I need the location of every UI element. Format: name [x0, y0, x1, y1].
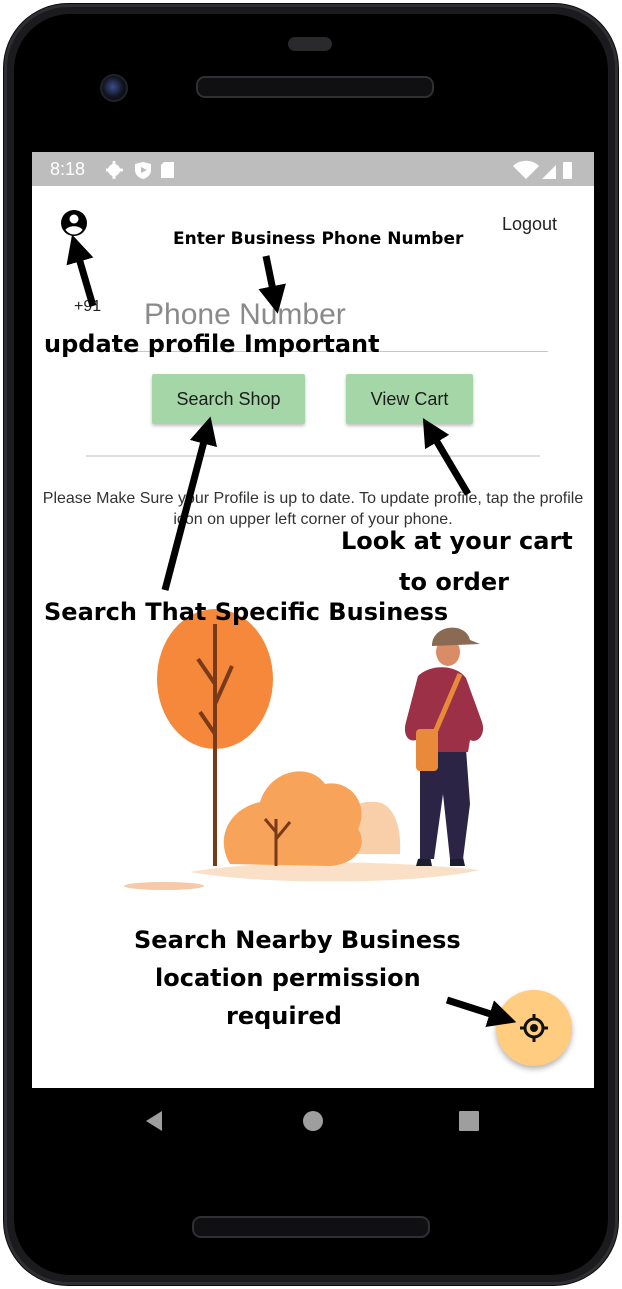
annotation-nearby-line3: required	[226, 1002, 342, 1030]
annotation-update-profile: update profile Important	[44, 330, 380, 358]
bottom-speaker	[192, 1216, 430, 1238]
annotation-enter-phone: Enter Business Phone Number	[173, 229, 464, 249]
arrow-to-profile-icon	[66, 234, 97, 307]
home-icon[interactable]	[300, 1108, 326, 1134]
arrow-to-phone-input	[258, 255, 286, 314]
android-nav-bar	[32, 1088, 594, 1154]
arrow-to-view-cart	[422, 417, 472, 496]
arrow-to-location-fab	[445, 996, 517, 1028]
annotation-look-cart-line1: Look at your cart	[341, 527, 573, 555]
arrow-to-search-button	[161, 416, 217, 591]
back-icon[interactable]	[142, 1108, 168, 1134]
annotation-search-business: Search That Specific Business	[44, 598, 449, 626]
recents-icon[interactable]	[456, 1108, 482, 1134]
annotation-nearby-line2: location permission	[155, 964, 421, 992]
annotation-look-cart-line2: to order	[399, 568, 509, 596]
annotation-nearby-line1: Search Nearby Business	[134, 926, 461, 954]
